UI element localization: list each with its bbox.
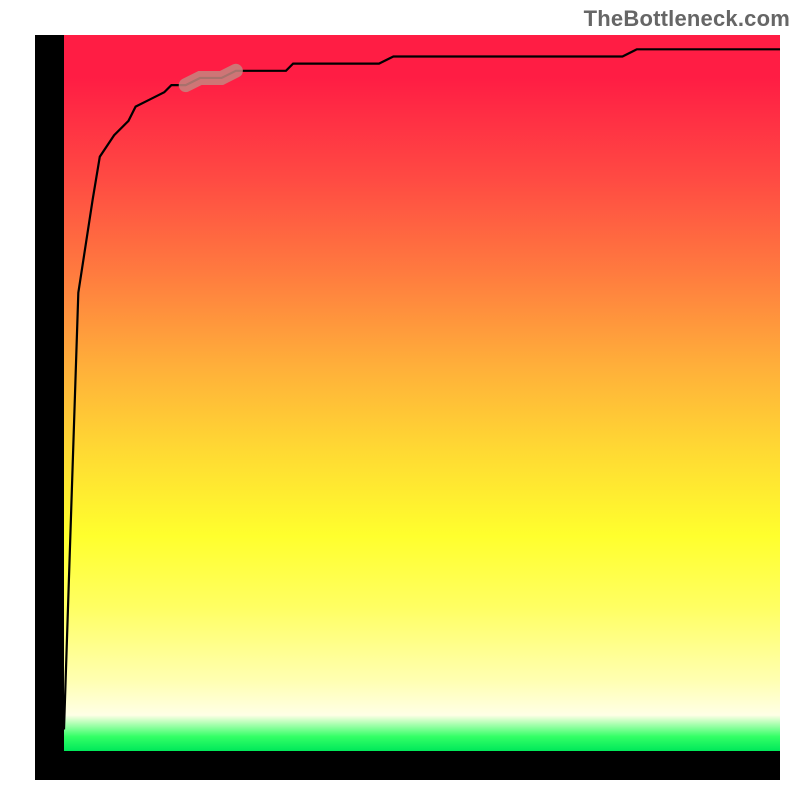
curve-layer: [64, 35, 780, 751]
highlight-segment: [186, 71, 236, 85]
chart-container: TheBottleneck.com: [0, 0, 800, 800]
plot-frame: [35, 35, 780, 780]
watermark-text: TheBottleneck.com: [584, 6, 790, 32]
plot-area: [64, 35, 780, 751]
data-curve: [64, 49, 780, 729]
